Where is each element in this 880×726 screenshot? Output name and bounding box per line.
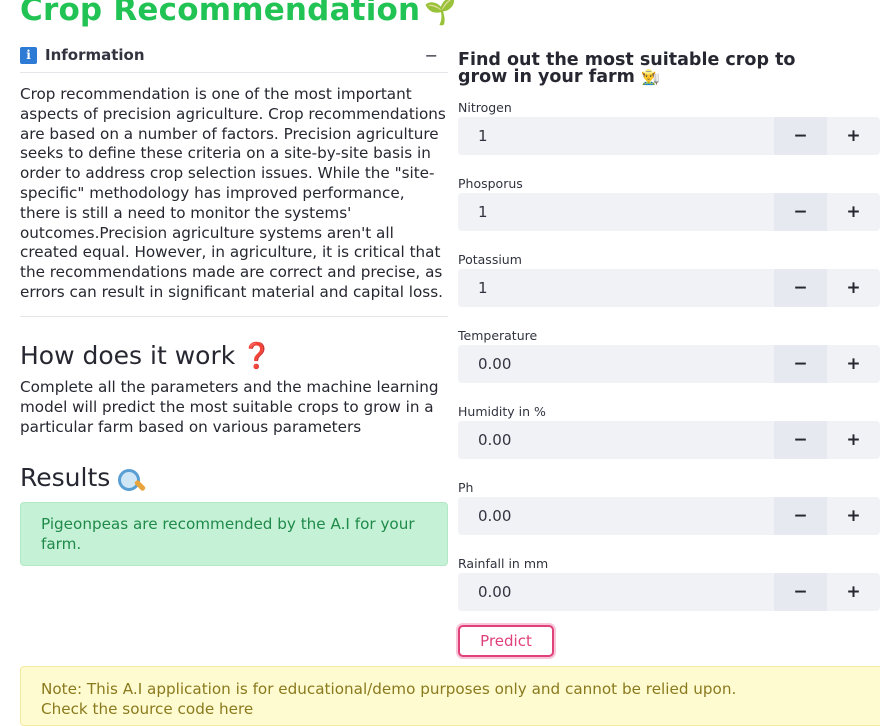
- predict-button[interactable]: Predict: [458, 625, 554, 657]
- decrement-button[interactable]: −: [774, 269, 827, 307]
- magnifier-icon: [116, 467, 147, 492]
- page-title: Crop Recommendation 🌱: [20, 0, 457, 28]
- increment-button[interactable]: +: [827, 345, 880, 383]
- number-input-value[interactable]: 0.00: [458, 431, 774, 449]
- field-label: Nitrogen: [458, 100, 512, 115]
- field-nitrogen: Nitrogen 1− +: [458, 99, 880, 155]
- field-label: Phosporus: [458, 176, 523, 191]
- source-code-link[interactable]: Check the source code here: [41, 699, 879, 719]
- collapse-icon[interactable]: −: [425, 46, 438, 65]
- field-label: Temperature: [458, 328, 538, 343]
- field-phosporus: Phosporus 1− +: [458, 175, 880, 231]
- field-ph: Ph 0.00− +: [458, 479, 880, 535]
- how-it-works-heading: How does it work ❓: [20, 340, 273, 370]
- number-input: 0.00− +: [458, 497, 880, 535]
- number-input: 1− +: [458, 193, 880, 231]
- expander-label: Information: [45, 46, 145, 64]
- how-it-works-text: Complete all the parameters and the mach…: [20, 377, 439, 436]
- results-heading: Results: [20, 463, 448, 492]
- left-column: i Information − Crop recommendation is o…: [20, 38, 448, 566]
- field-rainfall-in-mm: Rainfall in mm 0.00− +: [458, 555, 880, 611]
- number-input-value[interactable]: 1: [458, 279, 774, 297]
- field-label: Potassium: [458, 252, 522, 267]
- number-input-value[interactable]: 1: [458, 127, 774, 145]
- decrement-button[interactable]: −: [774, 421, 827, 459]
- field-humidity-in: Humidity in % 0.00− +: [458, 403, 880, 459]
- question-mark-icon: ❓: [241, 340, 273, 370]
- number-input-value[interactable]: 1: [458, 203, 774, 221]
- number-input: 0.00− +: [458, 421, 880, 459]
- increment-button[interactable]: +: [827, 421, 880, 459]
- number-input-value[interactable]: 0.00: [458, 583, 774, 601]
- increment-button[interactable]: +: [827, 497, 880, 535]
- recommendation-result: Pigeonpeas are recommended by the A.I fo…: [20, 501, 448, 566]
- field-label: Rainfall in mm: [458, 556, 549, 571]
- decrement-button[interactable]: −: [774, 117, 827, 155]
- increment-button[interactable]: +: [827, 573, 880, 611]
- farmer-icon: 👨‍🌾: [640, 68, 660, 86]
- field-label: Ph: [458, 480, 474, 495]
- number-input: 0.00− +: [458, 573, 880, 611]
- number-input-value[interactable]: 0.00: [458, 507, 774, 525]
- number-input: 0.00− +: [458, 345, 880, 383]
- information-expander-header[interactable]: i Information −: [20, 38, 448, 73]
- field-label: Humidity in %: [458, 404, 546, 419]
- form-heading: Find out the most suitable crop to grow …: [458, 50, 796, 87]
- input-form: Find out the most suitable crop to grow …: [458, 50, 880, 611]
- increment-button[interactable]: +: [827, 193, 880, 231]
- info-icon: i: [20, 46, 37, 64]
- field-temperature: Temperature 0.00− +: [458, 327, 880, 383]
- number-input: 1− +: [458, 117, 880, 155]
- increment-button[interactable]: +: [827, 117, 880, 155]
- decrement-button[interactable]: −: [774, 573, 827, 611]
- decrement-button[interactable]: −: [774, 497, 827, 535]
- information-text: Crop recommendation is one of the most i…: [20, 73, 448, 317]
- number-input-value[interactable]: 0.00: [458, 355, 774, 373]
- decrement-button[interactable]: −: [774, 345, 827, 383]
- disclaimer-note: Note: This A.I application is for educat…: [20, 666, 880, 726]
- field-potassium: Potassium 1− +: [458, 251, 880, 307]
- number-input: 1− +: [458, 269, 880, 307]
- decrement-button[interactable]: −: [774, 193, 827, 231]
- seedling-icon: 🌱: [424, 0, 457, 27]
- increment-button[interactable]: +: [827, 269, 880, 307]
